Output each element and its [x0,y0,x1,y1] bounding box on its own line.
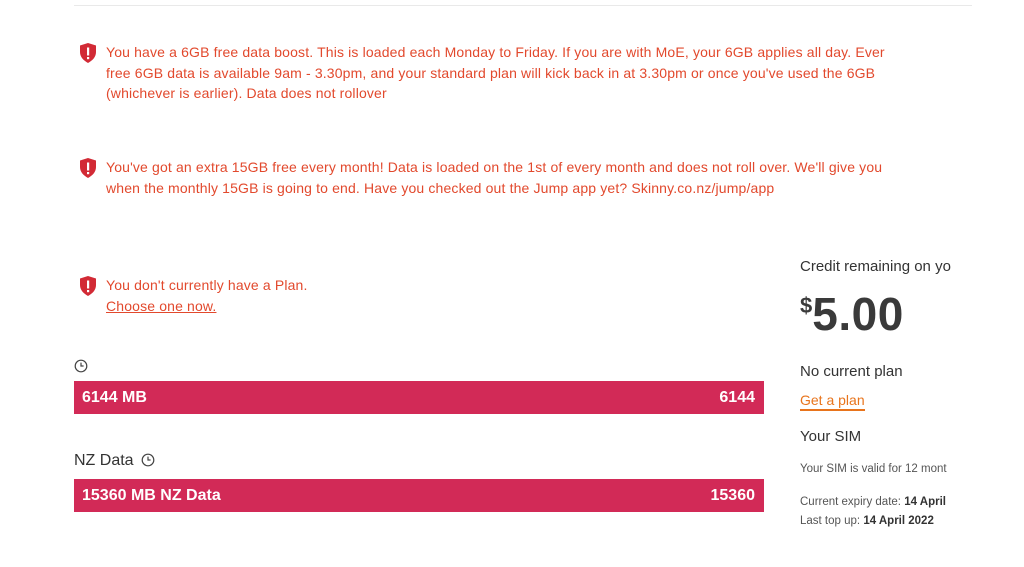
sim-last-topup: Last top up: 14 April 2022 [800,515,974,527]
shield-exclamation-icon [80,43,96,63]
alert-message: You have a 6GB free data boost. This is … [106,42,974,104]
plan-status: No current plan [800,363,903,380]
shield-exclamation-icon [80,276,96,296]
topup-value: 14 April 2022 [863,515,934,527]
choose-plan-link[interactable]: Choose one now. [106,296,216,317]
topup-label: Last top up: [800,515,861,527]
expiry-label: Current expiry date: [800,496,901,508]
alert-monthly-15gb: You've got an extra 15GB free every mont… [76,157,974,201]
alert-message: You've got an extra 15GB free every mont… [106,157,974,198]
alert-line: You have a 6GB free data boost. This is … [106,44,885,60]
alert-line: when the monthly 15GB is going to end. H… [106,179,775,196]
clock-icon[interactable] [141,453,155,467]
credit-amount: $5.00 [800,287,974,343]
nz-data-balance-label: 15360 MB NZ Data [82,487,221,504]
sim-validity: Your SIM is valid for 12 mont [800,463,947,475]
get-plan-link[interactable]: Get a plan [800,392,865,411]
data-balance-value: 6144 [719,389,755,406]
top-divider [74,5,972,6]
shield-exclamation-icon [80,158,96,178]
credit-value: 5.00 [812,288,904,340]
get-plan-link-wrap: Get a plan [800,392,974,411]
sim-title: Your SIM [800,428,862,445]
alert-data-boost: You have a 6GB free data boost. This is … [76,42,974,106]
nz-data-label: NZ Data [74,452,134,469]
expiry-value: 14 April [904,496,946,508]
alert-line: free 6GB data is available 9am - 3.30pm,… [106,64,876,81]
credit-title: Credit remaining on yo [800,258,951,275]
sim-expiry: Current expiry date: 14 April [800,496,974,508]
data-balance-bar: 6144 MB 6144 [74,381,764,414]
alert-line: You've got an extra 15GB free every mont… [106,159,883,175]
nz-data-balance-bar: 15360 MB NZ Data 15360 [74,479,764,512]
data-balance-label: 6144 MB [82,389,147,406]
data-balance-fill [74,381,764,414]
credit-currency: $ [800,293,813,318]
alert-line: (whichever is earlier). Data does not ro… [106,85,387,101]
nz-data-heading: NZ Data [74,452,155,470]
clock-icon[interactable] [74,359,88,373]
nz-data-balance-value: 15360 [710,487,756,504]
